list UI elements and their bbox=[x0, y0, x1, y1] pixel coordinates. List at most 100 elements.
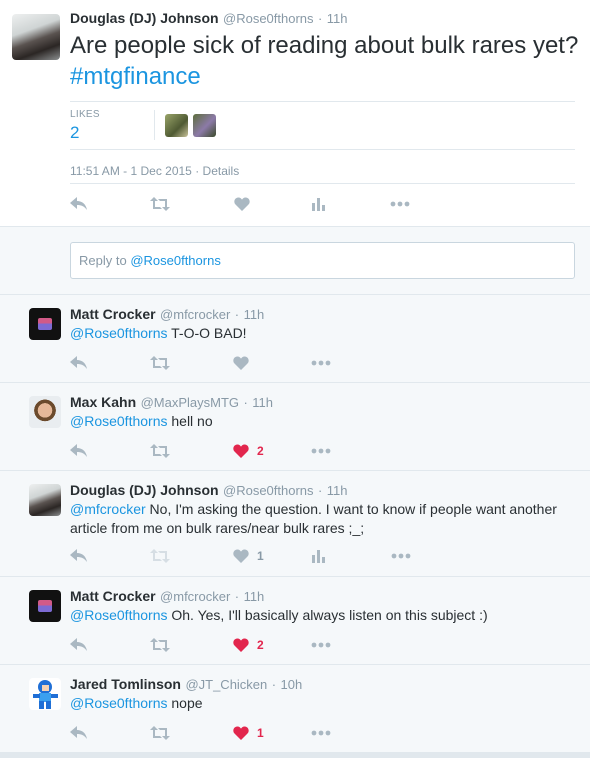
reply-button[interactable] bbox=[70, 441, 88, 461]
reply-button[interactable] bbox=[70, 353, 88, 373]
analytics-icon bbox=[312, 550, 325, 563]
author-handle[interactable]: @Rose0fthorns bbox=[223, 483, 314, 498]
reply-button[interactable] bbox=[70, 194, 88, 214]
author-handle[interactable]: @JT_Chicken bbox=[185, 677, 267, 692]
liker-avatar[interactable] bbox=[165, 114, 188, 137]
mention-link[interactable]: @Rose0fthorns bbox=[70, 413, 167, 429]
retweet-icon bbox=[150, 444, 170, 458]
time-ago[interactable]: 11h bbox=[244, 307, 265, 322]
author-handle[interactable]: @Rose0fthorns bbox=[223, 11, 314, 26]
details-link[interactable]: Details bbox=[203, 164, 240, 178]
avatar[interactable] bbox=[29, 396, 61, 428]
reply-tweet[interactable]: Max Kahn @MaxPlaysMTG · 11h @Rose0fthorn… bbox=[0, 382, 590, 470]
hashtag-link[interactable]: #mtgfinance bbox=[70, 63, 201, 90]
author-name[interactable]: Matt Crocker bbox=[70, 306, 156, 322]
more-button[interactable] bbox=[311, 353, 331, 373]
reply-input[interactable]: Reply to @Rose0fthorns bbox=[70, 242, 575, 279]
author-name[interactable]: Jared Tomlinson bbox=[70, 676, 181, 692]
separator: · bbox=[243, 395, 248, 410]
more-button[interactable] bbox=[390, 194, 410, 214]
like-count: 2 bbox=[257, 638, 264, 652]
reply-text: @Rose0fthorns T-O-O BAD! bbox=[70, 324, 575, 343]
reply-tweet[interactable]: Matt Crocker @mfcrocker · 11h @Rose0ftho… bbox=[0, 576, 590, 664]
reply-text: @Rose0fthorns hell no bbox=[70, 412, 575, 431]
more-icon bbox=[391, 553, 411, 559]
retweet-icon bbox=[150, 726, 170, 740]
time-ago[interactable]: 11h bbox=[327, 483, 348, 498]
retweet-button[interactable] bbox=[150, 635, 170, 655]
avatar[interactable] bbox=[29, 590, 61, 622]
like-button[interactable]: 2 bbox=[233, 441, 264, 461]
separator: · bbox=[271, 677, 277, 692]
retweet-button[interactable] bbox=[150, 723, 170, 743]
reply-button[interactable] bbox=[70, 723, 88, 743]
reply-actions: 1 bbox=[70, 723, 575, 743]
reply-text: @Rose0fthorns nope bbox=[70, 694, 575, 713]
analytics-button[interactable] bbox=[311, 546, 325, 566]
reply-mention: @Rose0fthorns bbox=[130, 253, 221, 268]
more-button[interactable] bbox=[311, 441, 331, 461]
likes-count[interactable]: 2 bbox=[70, 123, 79, 143]
reply-tweet[interactable]: Matt Crocker @mfcrocker · 11h @Rose0ftho… bbox=[0, 294, 590, 382]
avatar[interactable] bbox=[29, 678, 61, 710]
more-button[interactable] bbox=[311, 723, 331, 743]
avatar[interactable] bbox=[12, 14, 60, 60]
reply-icon bbox=[70, 638, 87, 651]
main-tweet: Douglas (DJ) Johnson @Rose0fthorns · 11h… bbox=[0, 0, 590, 226]
megaman-avatar-icon bbox=[33, 680, 58, 709]
retweet-icon bbox=[150, 549, 170, 563]
more-button[interactable] bbox=[391, 546, 411, 566]
reply-icon bbox=[70, 549, 87, 562]
retweet-icon bbox=[150, 638, 170, 652]
avatar[interactable] bbox=[29, 484, 61, 516]
retweet-button[interactable] bbox=[150, 441, 170, 461]
reply-header: Matt Crocker @mfcrocker · 11h bbox=[70, 306, 264, 324]
like-button[interactable] bbox=[234, 194, 250, 214]
mention-link[interactable]: @mfcrocker bbox=[70, 501, 146, 517]
mention-link[interactable]: @Rose0fthorns bbox=[70, 325, 167, 341]
separator: · bbox=[234, 307, 240, 322]
analytics-button[interactable] bbox=[311, 194, 325, 214]
reply-icon bbox=[70, 197, 87, 210]
reply-tweet[interactable]: Jared Tomlinson @JT_Chicken · 10h @Rose0… bbox=[0, 664, 590, 752]
reply-button[interactable] bbox=[70, 635, 88, 655]
separator: · bbox=[318, 483, 323, 498]
author-name[interactable]: Douglas (DJ) Johnson bbox=[70, 10, 219, 26]
author-handle[interactable]: @MaxPlaysMTG bbox=[141, 395, 239, 410]
like-button[interactable] bbox=[233, 353, 257, 373]
separator: · bbox=[318, 11, 323, 26]
author-name[interactable]: Max Kahn bbox=[70, 394, 136, 410]
timestamp: 11:51 AM - 1 Dec 2015 bbox=[70, 164, 192, 178]
mention-link[interactable]: @Rose0fthorns bbox=[70, 607, 167, 623]
time-ago[interactable]: 11h bbox=[244, 589, 265, 604]
like-button[interactable]: 1 bbox=[233, 546, 264, 566]
like-count: 2 bbox=[257, 444, 264, 458]
retweet-button[interactable] bbox=[150, 194, 170, 214]
author-name[interactable]: Matt Crocker bbox=[70, 588, 156, 604]
retweet-icon bbox=[150, 356, 170, 370]
reply-actions: 1 bbox=[70, 546, 575, 566]
reply-actions: 2 bbox=[70, 635, 575, 655]
retweet-button[interactable] bbox=[150, 353, 170, 373]
author-handle[interactable]: @mfcrocker bbox=[160, 589, 230, 604]
author-handle[interactable]: @mfcrocker bbox=[160, 307, 230, 322]
retweet-button[interactable] bbox=[150, 546, 170, 566]
heart-icon bbox=[233, 549, 249, 563]
time-ago[interactable]: 11h bbox=[327, 11, 348, 26]
tweet-meta: 11:51 AM - 1 Dec 2015 · Details bbox=[70, 164, 239, 178]
more-icon bbox=[390, 201, 410, 207]
reply-tweet[interactable]: Douglas (DJ) Johnson @Rose0fthorns · 11h… bbox=[0, 470, 590, 576]
avatar[interactable] bbox=[29, 308, 61, 340]
reply-composer: Reply to @Rose0fthorns bbox=[0, 226, 590, 294]
author-name[interactable]: Douglas (DJ) Johnson bbox=[70, 482, 219, 498]
reply-button[interactable] bbox=[70, 546, 88, 566]
time-ago[interactable]: 10h bbox=[281, 677, 303, 692]
time-ago[interactable]: 11h bbox=[252, 395, 273, 410]
liker-avatar[interactable] bbox=[193, 114, 216, 137]
like-button[interactable]: 1 bbox=[233, 723, 264, 743]
reply-text-body: Oh. Yes, I'll basically always listen on… bbox=[167, 607, 488, 623]
tweet-header: Douglas (DJ) Johnson @Rose0fthorns · 11h bbox=[70, 10, 348, 28]
mention-link[interactable]: @Rose0fthorns bbox=[70, 695, 167, 711]
like-button[interactable]: 2 bbox=[233, 635, 264, 655]
more-button[interactable] bbox=[311, 635, 331, 655]
